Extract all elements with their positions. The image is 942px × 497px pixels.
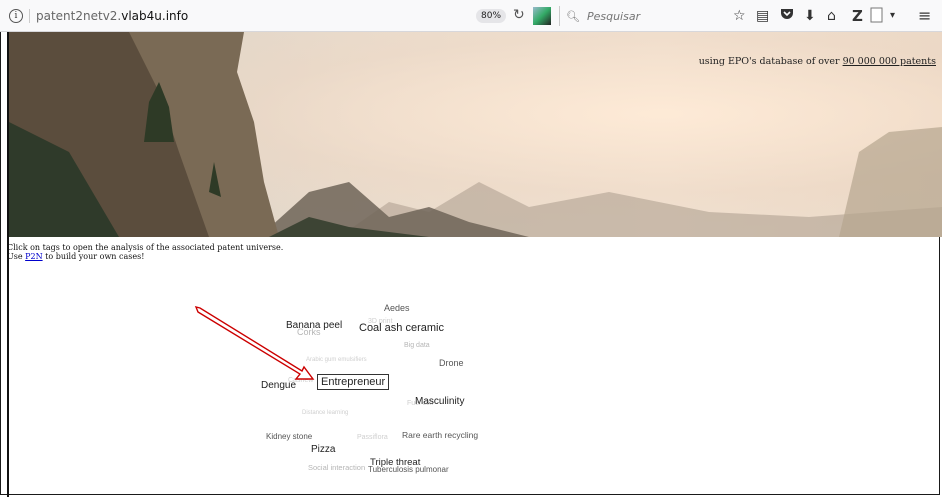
- download-icon[interactable]: ⬇: [804, 7, 816, 25]
- search-input[interactable]: [584, 8, 719, 24]
- chevron-down-icon[interactable]: ▾: [890, 7, 895, 25]
- zoom-level-badge[interactable]: 80%: [476, 9, 507, 23]
- tag-aedes[interactable]: Aedes: [384, 303, 410, 313]
- tag-corks[interactable]: Corks: [297, 327, 321, 337]
- tag-rare-earth-recycling[interactable]: Rare earth recycling: [402, 430, 478, 440]
- patents-count-link[interactable]: 90 000 000 patents: [843, 56, 936, 67]
- tag-tuberculosis-pulmonar[interactable]: Tuberculosis pulmonar: [368, 465, 449, 474]
- tag-dengue[interactable]: Dengue: [261, 380, 296, 391]
- intro-line-2-prefix: Use: [7, 252, 26, 261]
- url-separator: [29, 9, 30, 23]
- url-prefix: patent2netv2.: [36, 9, 122, 23]
- hero-banner: using EPO's database of over 90 000 000 …: [9, 32, 942, 237]
- info-icon[interactable]: i: [9, 9, 23, 23]
- tag-passiflora[interactable]: Passiflora: [357, 434, 388, 441]
- hero-subtitle-text: using EPO's database of over: [698, 56, 843, 67]
- intro-text: Click on tags to open the analysis of th…: [7, 243, 283, 261]
- hero-subtitle: using EPO's database of over 90 000 000 …: [699, 56, 936, 67]
- url-bar[interactable]: i patent2netv2. vlab4u.info: [9, 6, 445, 26]
- intro-line-2-suffix: to build your own cases!: [42, 252, 145, 261]
- menu-icon[interactable]: ≡: [918, 7, 931, 25]
- tag-pizza[interactable]: Pizza: [311, 444, 335, 455]
- tag-masculinity[interactable]: Masculinity: [415, 396, 464, 407]
- browser-toolbar: i patent2netv2.vlab4u.info 80% ↻ 🔍︎ ☆ ▤ …: [0, 0, 942, 32]
- star-icon[interactable]: ☆: [733, 7, 746, 25]
- home-icon[interactable]: ⌂: [827, 7, 836, 25]
- pocket-icon[interactable]: [780, 7, 794, 26]
- tag-arabic-gum-emulsifiers[interactable]: Arabic gum emulsifiers: [306, 357, 367, 363]
- tag-kidney-stone[interactable]: Kidney stone: [266, 432, 312, 441]
- search-box[interactable]: 🔍︎: [559, 6, 723, 26]
- zotero-icon[interactable]: Z: [852, 7, 863, 25]
- tag-big-data[interactable]: Big data: [404, 342, 430, 349]
- page-icon[interactable]: [870, 7, 884, 28]
- search-icon: 🔍︎: [566, 9, 580, 23]
- tag-social-interaction[interactable]: Social interaction: [308, 463, 365, 472]
- tag-entrepreneur[interactable]: Entrepreneur: [317, 374, 390, 390]
- extension-image-icon[interactable]: [533, 7, 551, 25]
- reload-icon[interactable]: ↻: [513, 7, 525, 23]
- tag-coal-ash-ceramic[interactable]: Coal ash ceramic: [359, 322, 444, 334]
- reading-list-icon[interactable]: ▤: [756, 7, 769, 25]
- intro-line-1: Click on tags to open the analysis of th…: [7, 243, 284, 252]
- tag-distance-learning[interactable]: Distance learning: [302, 410, 348, 416]
- url-domain: vlab4u.info: [121, 9, 189, 23]
- tag-drone[interactable]: Drone: [439, 358, 464, 368]
- p2n-link[interactable]: P2N: [25, 252, 42, 261]
- intro-line-2: Use P2N to build your own cases!: [7, 252, 283, 261]
